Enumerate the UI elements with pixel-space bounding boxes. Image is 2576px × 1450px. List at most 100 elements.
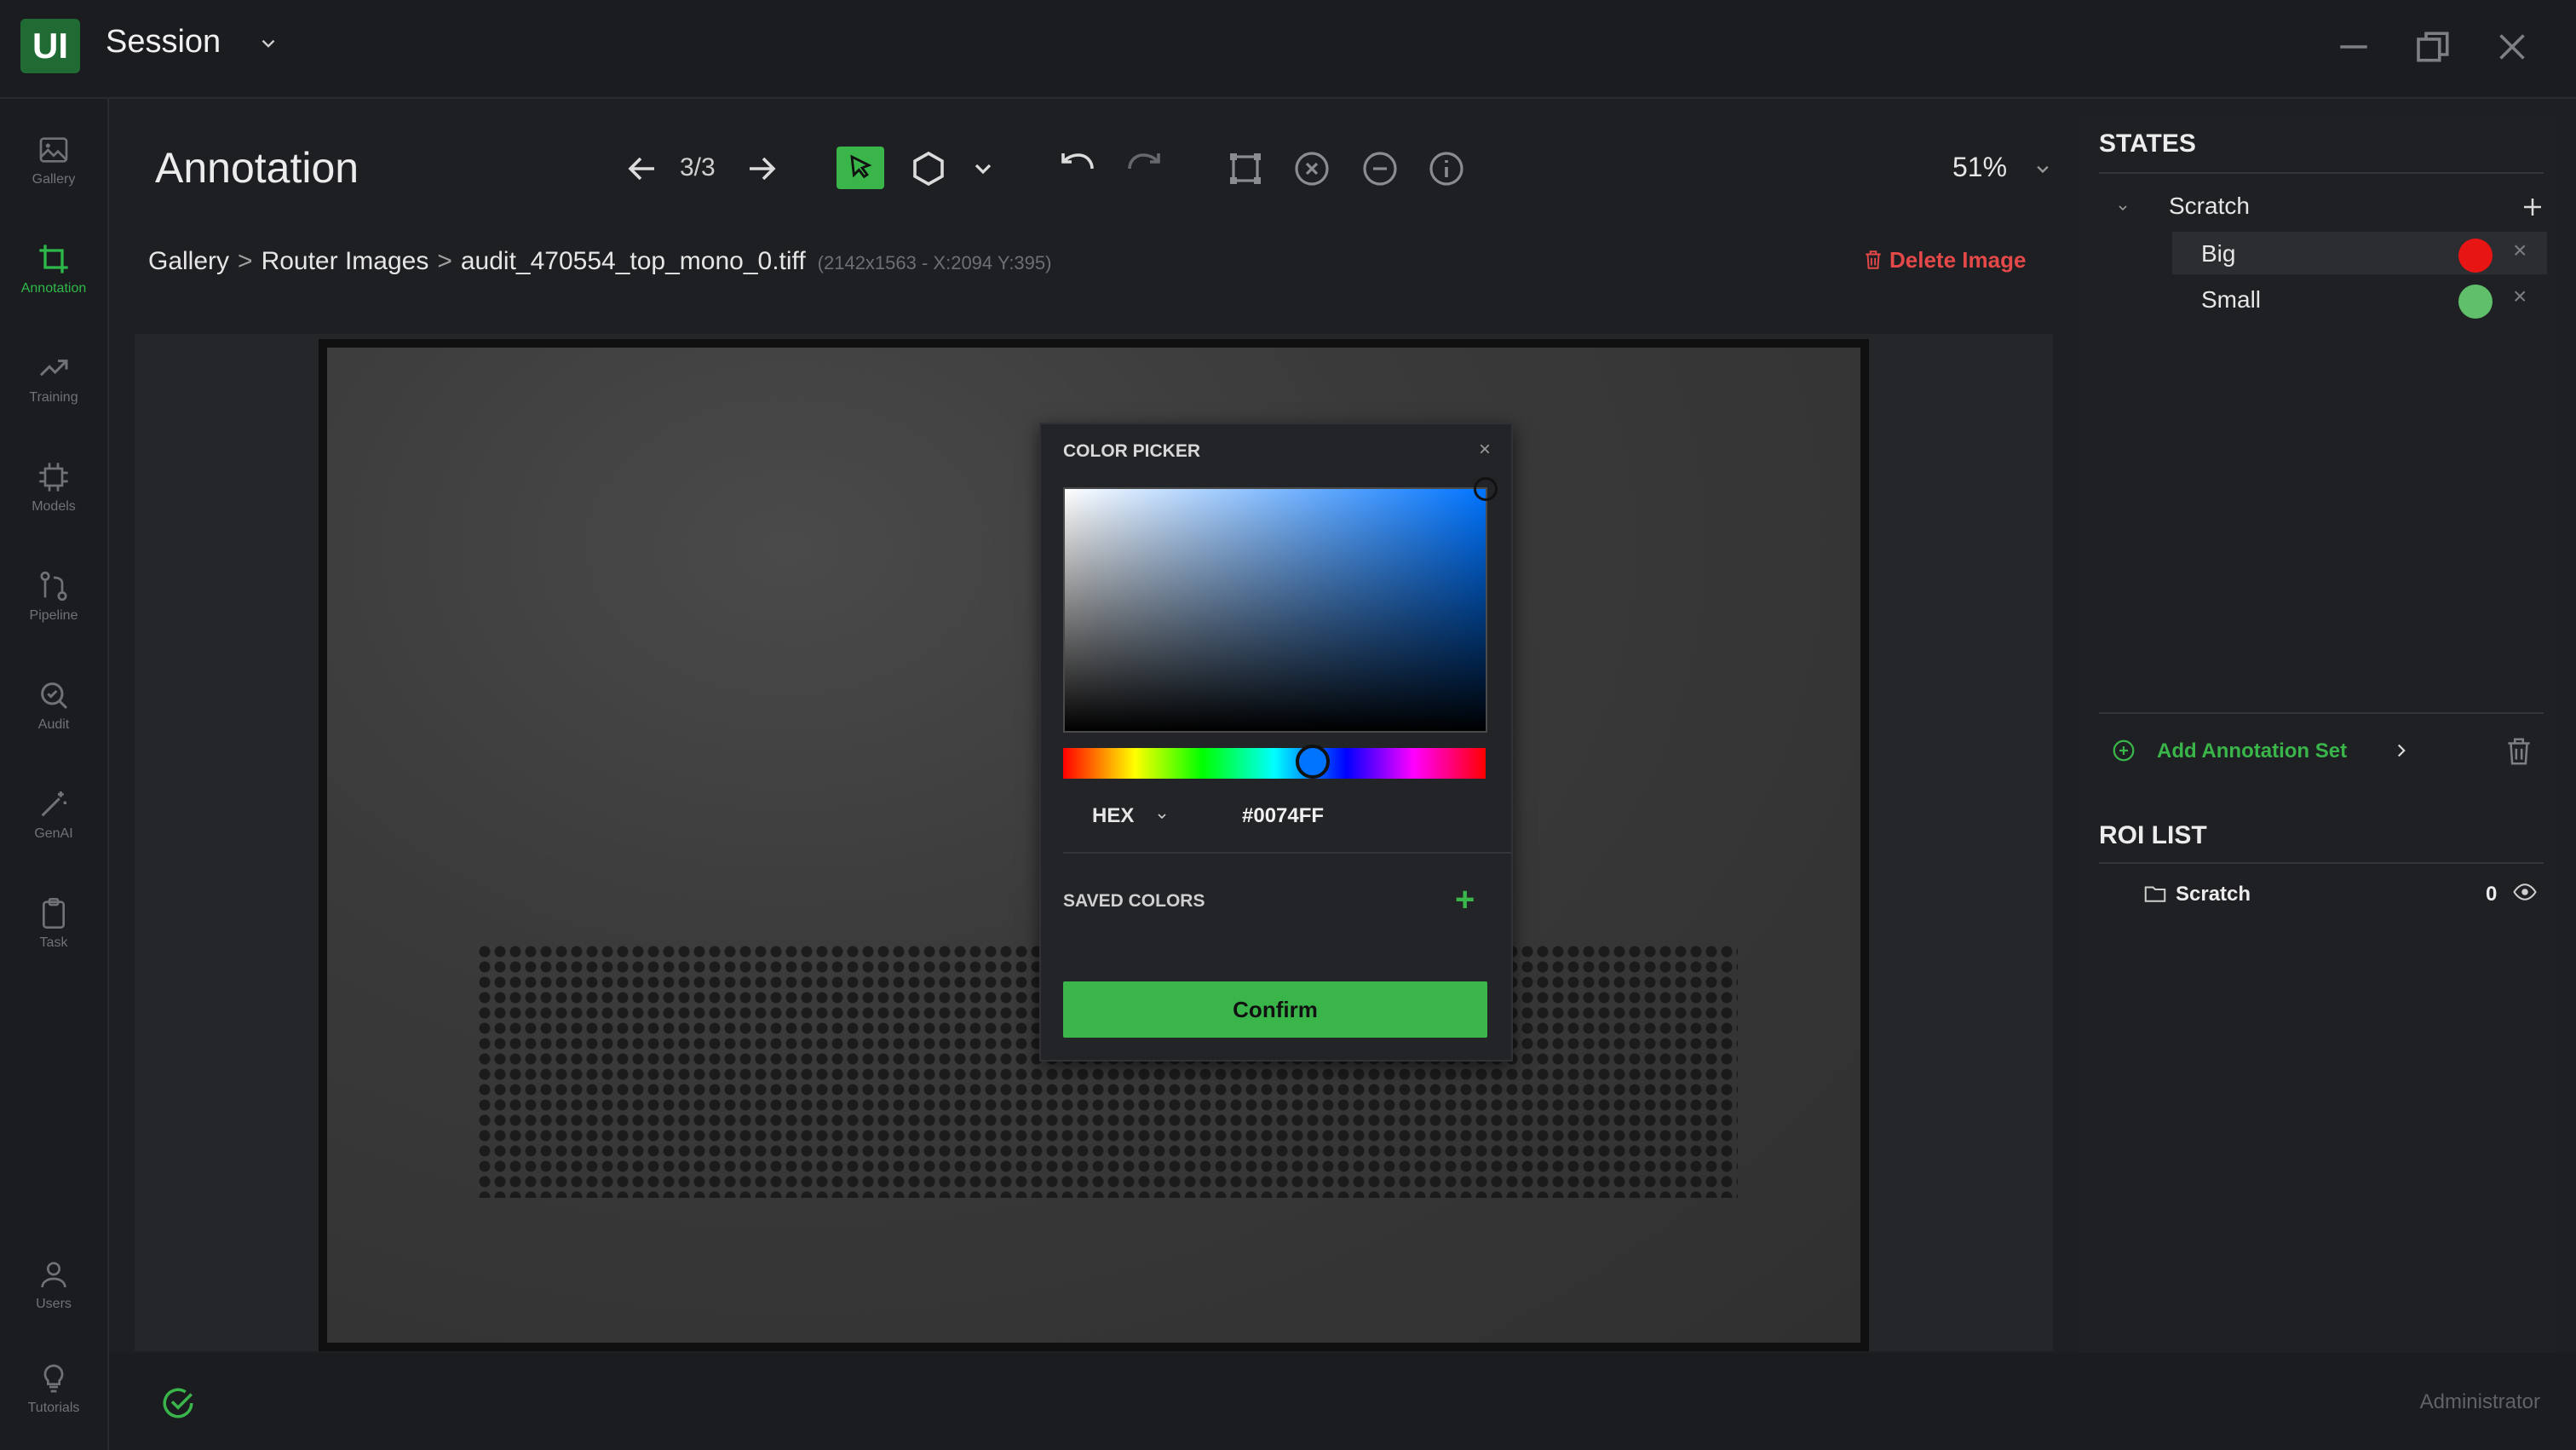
app-logo: UI xyxy=(20,19,80,73)
breadcrumb-separator: > xyxy=(238,247,253,275)
roi-item-name[interactable]: Scratch xyxy=(2176,883,2251,906)
divider xyxy=(2099,712,2544,714)
add-state-icon[interactable] xyxy=(2520,194,2545,220)
sidebar-item-tutorials[interactable]: Tutorials xyxy=(0,1353,107,1447)
info-icon[interactable] xyxy=(1426,148,1467,189)
minus-circle-icon[interactable] xyxy=(1360,148,1400,189)
chevron-down-icon[interactable] xyxy=(257,32,279,55)
zoom-chevron-down-icon[interactable] xyxy=(2031,157,2055,181)
sidebar-item-label: Training xyxy=(29,390,78,405)
sidebar: Gallery Annotation Training Models Pipel… xyxy=(0,99,109,1450)
eye-icon[interactable] xyxy=(2511,879,2539,905)
restore-icon[interactable] xyxy=(2411,24,2457,70)
sidebar-item-label: Models xyxy=(32,499,76,514)
arrow-right-icon[interactable] xyxy=(741,148,782,189)
user-role-label: Administrator xyxy=(2419,1390,2540,1413)
remove-state-icon[interactable]: × xyxy=(2513,237,2527,264)
clipboard-icon xyxy=(43,898,65,929)
state-color-swatch[interactable] xyxy=(2458,285,2493,319)
sidebar-item-genai[interactable]: GenAI xyxy=(0,779,107,872)
sidebar-item-label: Annotation xyxy=(20,281,87,296)
redo-icon[interactable] xyxy=(1124,148,1165,189)
breadcrumb: Gallery > Router Images > audit_470554_top_m… xyxy=(148,247,1051,276)
chevron-down-icon[interactable] xyxy=(1155,809,1169,823)
sidebar-item-gallery[interactable]: Gallery xyxy=(0,124,107,218)
sidebar-item-label: Pipeline xyxy=(29,608,78,623)
sidebar-item-training[interactable]: Training xyxy=(0,342,107,436)
hue-knob[interactable] xyxy=(1295,745,1330,779)
saturation-value-area[interactable] xyxy=(1063,477,1498,733)
divider xyxy=(1063,852,1511,854)
search-icon xyxy=(41,682,68,710)
image-meta: (2142x1563 - X:2094 Y:395) xyxy=(817,252,1052,273)
trend-icon xyxy=(39,360,68,377)
breadcrumb-router-images[interactable]: Router Images xyxy=(262,247,429,275)
delete-image-label: Delete Image xyxy=(1889,247,2027,273)
saturation-knob[interactable] xyxy=(1474,477,1498,501)
delete-image-button[interactable]: Delete Image xyxy=(1862,247,2026,273)
sidebar-item-models[interactable]: Models xyxy=(0,452,107,545)
trash-icon[interactable] xyxy=(2503,734,2535,768)
check-circle-icon xyxy=(160,1385,196,1421)
image-icon xyxy=(39,137,68,163)
undo-icon[interactable] xyxy=(1056,148,1097,189)
confirm-button[interactable]: Confirm xyxy=(1063,981,1487,1038)
sidebar-item-label: Audit xyxy=(37,717,70,732)
sidebar-item-pipeline[interactable]: Pipeline xyxy=(0,561,107,654)
sidebar-item-label: Tutorials xyxy=(27,1401,80,1415)
trash-icon xyxy=(1866,250,1881,269)
breadcrumb-separator: > xyxy=(437,247,452,275)
color-format-select[interactable]: HEX xyxy=(1092,804,1134,828)
color-picker-dialog: COLOR PICKER × HEX #0074FF SAVED COLORS … xyxy=(1039,423,1513,1062)
cursor-icon xyxy=(850,154,872,179)
state-name: Big xyxy=(2201,240,2236,267)
tool-chevron-down-icon[interactable] xyxy=(971,148,1012,189)
divider xyxy=(2099,862,2544,864)
image-counter: 3/3 xyxy=(680,153,716,181)
folder-icon xyxy=(2142,881,2169,906)
hue-slider[interactable] xyxy=(1063,745,1486,779)
add-circle-icon[interactable] xyxy=(2111,738,2136,763)
breadcrumb-gallery[interactable]: Gallery xyxy=(148,247,229,275)
add-saved-color-button[interactable]: + xyxy=(1455,881,1475,919)
state-item[interactable]: Big × xyxy=(2172,232,2547,274)
chevron-right-icon[interactable] xyxy=(2390,739,2412,762)
state-name: Small xyxy=(2201,286,2262,313)
polygon-tool-icon[interactable] xyxy=(908,148,949,189)
states-heading: STATES xyxy=(2099,129,2196,158)
sidebar-item-users[interactable]: Users xyxy=(0,1249,107,1343)
title-bar: UI Session xyxy=(0,0,2576,99)
saved-colors-label: SAVED COLORS xyxy=(1063,891,1205,911)
arrow-left-icon[interactable] xyxy=(622,148,663,189)
roi-item-count: 0 xyxy=(2486,883,2498,906)
collapse-chevron-icon[interactable] xyxy=(2116,201,2130,215)
lightbulb-icon xyxy=(43,1364,64,1393)
magic-wand-icon xyxy=(41,791,66,817)
sidebar-item-label: Task xyxy=(39,935,68,950)
session-title[interactable]: Session xyxy=(106,24,221,60)
add-annotation-set-button[interactable]: Add Annotation Set xyxy=(2157,739,2347,763)
status-bar xyxy=(109,1353,2576,1450)
state-color-swatch[interactable] xyxy=(2458,239,2493,273)
hex-input[interactable]: #0074FF xyxy=(1242,804,1324,828)
crop-icon xyxy=(39,245,68,273)
minimize-icon[interactable] xyxy=(2331,24,2377,70)
close-icon[interactable] xyxy=(2489,24,2535,70)
sidebar-item-label: GenAI xyxy=(34,826,73,841)
sidebar-item-annotation[interactable]: Annotation xyxy=(0,233,107,327)
sidebar-item-task[interactable]: Task xyxy=(0,888,107,981)
state-item[interactable]: Small × xyxy=(2172,278,2547,320)
state-group-name[interactable]: Scratch xyxy=(2169,193,2250,220)
sidebar-item-label: Gallery xyxy=(32,172,76,187)
clear-circle-icon[interactable] xyxy=(1291,148,1332,189)
right-panel: STATES Scratch Big × Small × Add Annotat… xyxy=(2079,111,2556,1353)
close-icon[interactable]: × xyxy=(1479,438,1491,462)
bounding-box-icon[interactable] xyxy=(1225,148,1266,189)
zoom-level[interactable]: 51% xyxy=(1952,152,2007,183)
sidebar-item-audit[interactable]: Audit xyxy=(0,670,107,763)
remove-state-icon[interactable]: × xyxy=(2513,283,2527,310)
color-picker-title: COLOR PICKER xyxy=(1063,441,1201,461)
page-title: Annotation xyxy=(155,144,359,192)
select-tool-button[interactable] xyxy=(837,147,884,189)
user-icon xyxy=(41,1262,66,1288)
